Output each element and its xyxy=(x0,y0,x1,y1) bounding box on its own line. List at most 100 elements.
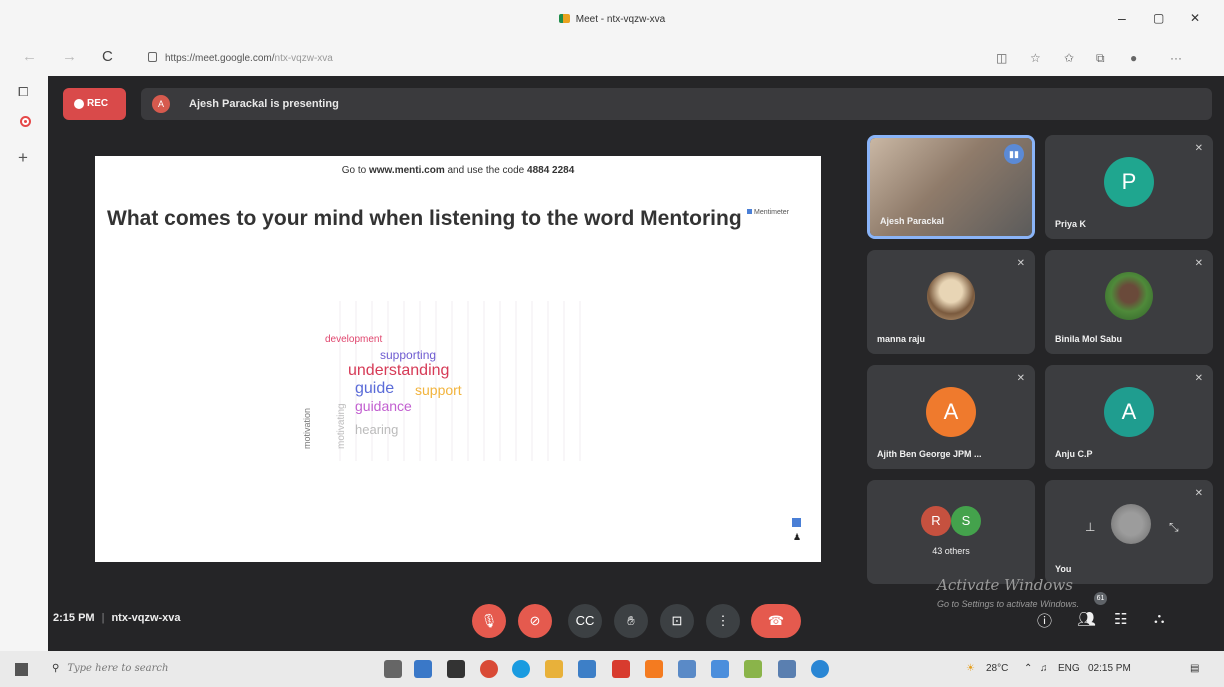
present-button[interactable]: ⊡ xyxy=(660,604,694,638)
browser-sidebar: ⧠ + xyxy=(0,76,48,651)
participant-name: Ajith Ben George JPM ... xyxy=(877,449,982,459)
minimize-button[interactable]: – xyxy=(1118,10,1126,26)
chat-icon[interactable]: ☷ xyxy=(1114,610,1127,628)
menti-code-line: Go to www.menti.com and use the code 488… xyxy=(341,165,575,176)
camera-toggle-button[interactable]: ⊘ xyxy=(518,604,552,638)
raise-hand-button[interactable]: ✋︎ xyxy=(614,604,648,638)
reload-button[interactable]: C xyxy=(102,48,113,65)
store-app-icon[interactable] xyxy=(447,660,465,678)
speaking-indicator-icon: ▮▮ xyxy=(1004,144,1024,164)
forward-button[interactable]: → xyxy=(62,48,77,65)
mentimeter-logo: Mentimeter xyxy=(747,209,789,216)
pin-icon[interactable]: ⊥ xyxy=(1085,520,1095,534)
participant-avatar: A xyxy=(926,387,976,437)
tray-overflow-icon[interactable]: ⌃ xyxy=(1024,663,1032,674)
participant-tile-binila[interactable]: ✕ Binila Mol Sabu xyxy=(1045,250,1213,354)
participant-tile-ajesh[interactable]: ▮▮ Ajesh Parackal xyxy=(867,135,1035,239)
volume-icon[interactable]: ♫ xyxy=(1040,663,1048,674)
file-explorer-icon[interactable] xyxy=(545,660,563,678)
collections-icon[interactable]: ⧉ xyxy=(1096,51,1105,66)
url-field[interactable]: https://meet.google.com/ntx-vqzw-xva xyxy=(148,52,333,64)
taskbar-search[interactable]: ⚲ Type here to search xyxy=(52,659,352,679)
participant-tile-manna[interactable]: ✕ manna raju xyxy=(867,250,1035,354)
back-button[interactable]: ← xyxy=(22,48,37,65)
presentation-slide: Go to www.menti.com and use the code 488… xyxy=(95,156,821,562)
participant-tile-ajith[interactable]: ✕ A Ajith Ben George JPM ... xyxy=(867,365,1035,469)
tab-actions-icon[interactable]: ⧠ xyxy=(18,84,28,100)
participant-tile-priya[interactable]: ✕ P Priya K xyxy=(1045,135,1213,239)
favorite-star-icon[interactable]: ☆ xyxy=(1030,51,1041,65)
presenter-avatar: A xyxy=(152,95,170,113)
participant-name: Ajesh Parackal xyxy=(880,216,945,226)
mic-muted-icon: ✕ xyxy=(1194,373,1203,384)
meet-window: REC A Ajesh Parackal is presenting Go to… xyxy=(48,76,1224,651)
calculator-icon[interactable] xyxy=(778,660,796,678)
cloud-word: motivating xyxy=(336,403,347,449)
new-tab-icon[interactable]: + xyxy=(18,148,28,168)
recording-button[interactable]: REC xyxy=(63,88,126,120)
people-icon[interactable]: 👥︎ xyxy=(1077,610,1096,628)
cloud-word: guide xyxy=(355,380,395,397)
activities-icon[interactable]: ⛬ xyxy=(1154,610,1165,627)
participant-tile-anju[interactable]: ✕ A Anju C.P xyxy=(1045,365,1213,469)
participant-avatar: P xyxy=(1104,157,1154,207)
chrome-icon[interactable] xyxy=(512,660,530,678)
close-button[interactable]: ✕ xyxy=(1190,11,1200,25)
slide-question: What comes to your mind when listening t… xyxy=(107,207,742,230)
app-icon[interactable] xyxy=(645,660,663,678)
more-options-button[interactable]: ⋮ xyxy=(706,604,740,638)
participant-tile-others[interactable]: R S 43 others xyxy=(867,480,1035,584)
presenting-banner: A Ajesh Parackal is presenting xyxy=(141,88,1212,120)
participant-count-icon: ♟ xyxy=(793,532,802,542)
taskbar-clock[interactable]: 02:15 PM xyxy=(1088,663,1131,674)
windows-taskbar: ⚲ Type here to search ☀︎ 28°C ⌃ ♫ ENG 02:… xyxy=(0,651,1224,687)
cloud-word: support xyxy=(415,382,462,398)
notifications-icon[interactable]: ▤ xyxy=(1190,663,1199,674)
app-icon[interactable] xyxy=(480,660,498,678)
task-view-icon[interactable] xyxy=(384,660,402,678)
app-icon[interactable] xyxy=(711,660,729,678)
participant-name: Anju C.P xyxy=(1055,449,1093,459)
profile-icon[interactable]: ● xyxy=(1130,51,1137,65)
participant-photo xyxy=(1111,504,1151,544)
mic-muted-icon: ✕ xyxy=(1016,373,1025,384)
weather-icon[interactable]: ☀︎ xyxy=(966,663,975,674)
app-icon[interactable] xyxy=(744,660,762,678)
camera-app-icon[interactable] xyxy=(678,660,696,678)
more-menu-icon[interactable]: ··· xyxy=(1170,51,1182,65)
meeting-info-icon[interactable]: ⓘ xyxy=(1037,610,1052,631)
presenting-text: Ajesh Parackal is presenting xyxy=(189,98,339,110)
tab-title[interactable]: Meet - ntx-vqzw-xva xyxy=(0,14,1224,25)
captions-button[interactable]: CC xyxy=(568,604,602,638)
minimize-tile-icon[interactable]: ⤡ xyxy=(1169,520,1179,535)
recording-tab-icon[interactable] xyxy=(20,116,31,127)
read-aloud-icon[interactable]: ◫ xyxy=(996,51,1007,65)
cloud-word: motivation xyxy=(302,407,312,449)
edge-icon[interactable] xyxy=(811,660,829,678)
address-bar: ← → C https://meet.google.com/ntx-vqzw-x… xyxy=(0,40,1224,76)
maximize-button[interactable]: ▢ xyxy=(1153,11,1164,25)
language-indicator[interactable]: ENG xyxy=(1058,663,1080,674)
participant-name: You xyxy=(1055,564,1072,574)
mic-toggle-button[interactable]: 🎙︎ xyxy=(472,604,506,638)
participants-badge: 61 xyxy=(1094,592,1107,605)
meeting-time: 2:15 PM xyxy=(53,612,95,624)
temperature[interactable]: 28°C xyxy=(986,663,1008,674)
record-dot-icon xyxy=(74,99,84,109)
acrobat-icon[interactable] xyxy=(612,660,630,678)
browser-titlebar: Meet - ntx-vqzw-xva – ▢ ✕ xyxy=(0,0,1224,40)
activate-windows-notice: Activate Windows Go to Settings to activ… xyxy=(937,576,1079,609)
participant-avatar: S xyxy=(951,506,981,536)
mic-muted-icon: ✕ xyxy=(1194,488,1203,499)
cloud-word: development xyxy=(325,334,383,345)
participant-photo xyxy=(927,272,975,320)
mic-muted-icon: ✕ xyxy=(1016,258,1025,269)
meet-favicon-icon xyxy=(558,14,570,23)
app-icon[interactable] xyxy=(578,660,596,678)
favorites-list-icon[interactable]: ✩ xyxy=(1064,51,1074,65)
participant-tile-you[interactable]: ✕ ⊥ ⤡ You xyxy=(1045,480,1213,584)
leave-call-button[interactable]: ☎︎ xyxy=(751,604,801,638)
participant-name: manna raju xyxy=(877,334,926,344)
mail-app-icon[interactable] xyxy=(414,660,432,678)
windows-start-icon[interactable] xyxy=(15,663,28,676)
